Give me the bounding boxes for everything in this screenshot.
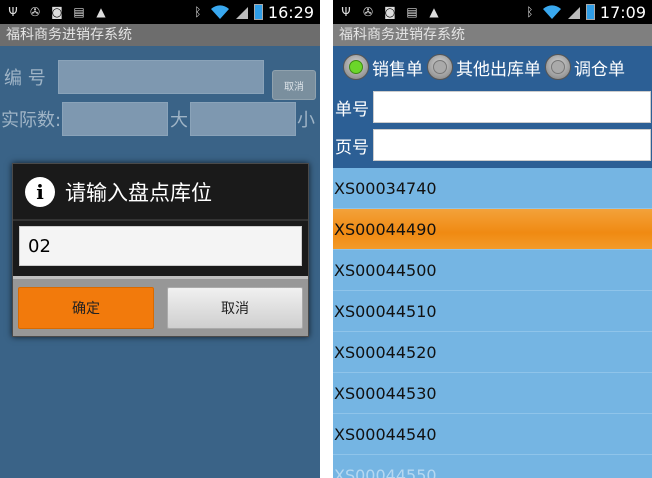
signal-icon [567,7,580,19]
big-label: 大 [170,110,188,131]
radio-sales-order[interactable]: 销售单 [343,54,423,80]
cancel-small-button[interactable]: 取消 [272,70,316,100]
input-dialog: i 请输入盘点库位 02 确定 取消 [12,163,309,337]
list-item[interactable]: XS00044540 [333,414,652,455]
dialog-header: i 请输入盘点库位 [13,164,308,219]
status-bar: Ψ ✇ ◙ ▤ ▲ ᛒ 16:29 [0,0,320,24]
warning-icon: ▲ [96,5,106,19]
list-item[interactable]: XS00044550 [333,455,652,478]
confirm-button[interactable]: 确定 [18,286,154,329]
usb-icon: Ψ [341,5,351,19]
order-no-input[interactable] [373,91,651,123]
dialog-title: 请输入盘点库位 [65,180,212,205]
list-item[interactable]: XS00044500 [333,250,652,291]
order-no-label: 单号 [335,99,369,120]
app-title: 福科商务进销存系统 [0,24,320,46]
clock: 17:09 [599,2,646,22]
radio-label: 其他出库单 [456,59,541,80]
divider [13,219,308,221]
list-item-selected[interactable]: XS00044490 [333,209,652,250]
phone-screen-left: Ψ ✇ ◙ ▤ ▲ ᛒ 16:29 福科商务进销存系统 编 号 取消 实际数: … [0,0,320,478]
wifi-icon [210,5,229,19]
code-label: 编 号 [4,68,46,89]
actual-label: 实际数: [1,110,62,131]
order-type-radio-group: 销售单 其他出库单 调仓单 [333,46,652,88]
code-input[interactable] [58,60,264,94]
radio-button-icon [545,54,571,80]
radio-button-icon [427,54,453,80]
warning-icon: ▲ [429,5,439,19]
radio-other-outbound[interactable]: 其他出库单 [427,54,541,80]
status-bar: Ψ ✇ ◙ ▤ ▲ ᛒ 17:09 [333,0,652,24]
page-no-input[interactable] [373,129,651,161]
radio-label: 调仓单 [574,59,625,80]
list-item[interactable]: XS00034740 [333,168,652,209]
clock: 16:29 [267,2,314,22]
list-item[interactable]: XS00044530 [333,373,652,414]
order-list: XS00034740 XS00044490 XS00044500 XS00044… [333,168,652,478]
actual-row: 实际数: 大 小 [0,102,316,136]
phone-screen-right: Ψ ✇ ◙ ▤ ▲ ᛒ 17:09 福科商务进销存系统 销售单 其他出库单 调仓… [333,0,652,478]
small-label: 小 [297,110,315,131]
dialog-buttons: 确定 取消 [13,276,308,336]
page-no-row: 页号 [333,126,652,164]
battery-icon [253,4,263,20]
page-no-label: 页号 [335,137,369,158]
radio-label: 销售单 [372,59,423,80]
notification-icon: ◙ [384,5,396,19]
cancel-button[interactable]: 取消 [167,286,303,329]
list-item[interactable]: XS00044520 [333,332,652,373]
radio-button-icon [343,54,369,80]
actual-input[interactable] [62,102,168,136]
android-debug-icon: ✇ [29,5,41,19]
sd-card-icon: ▤ [73,5,85,19]
list-item[interactable]: XS00044510 [333,291,652,332]
signal-icon [235,7,248,19]
order-no-row: 单号 [333,88,652,126]
location-input[interactable]: 02 [19,226,302,266]
radio-transfer-order[interactable]: 调仓单 [545,54,625,80]
app-title: 福科商务进销存系统 [333,24,652,46]
code-row: 编 号 [0,60,264,94]
battery-icon [585,4,595,20]
bluetooth-icon: ᛒ [194,5,202,19]
bluetooth-icon: ᛒ [526,5,534,19]
big-input[interactable] [190,102,296,136]
android-debug-icon: ✇ [362,5,374,19]
wifi-icon [542,5,561,19]
notification-icon: ◙ [51,5,63,19]
sd-card-icon: ▤ [406,5,418,19]
usb-icon: Ψ [8,5,18,19]
info-icon: i [25,176,55,207]
